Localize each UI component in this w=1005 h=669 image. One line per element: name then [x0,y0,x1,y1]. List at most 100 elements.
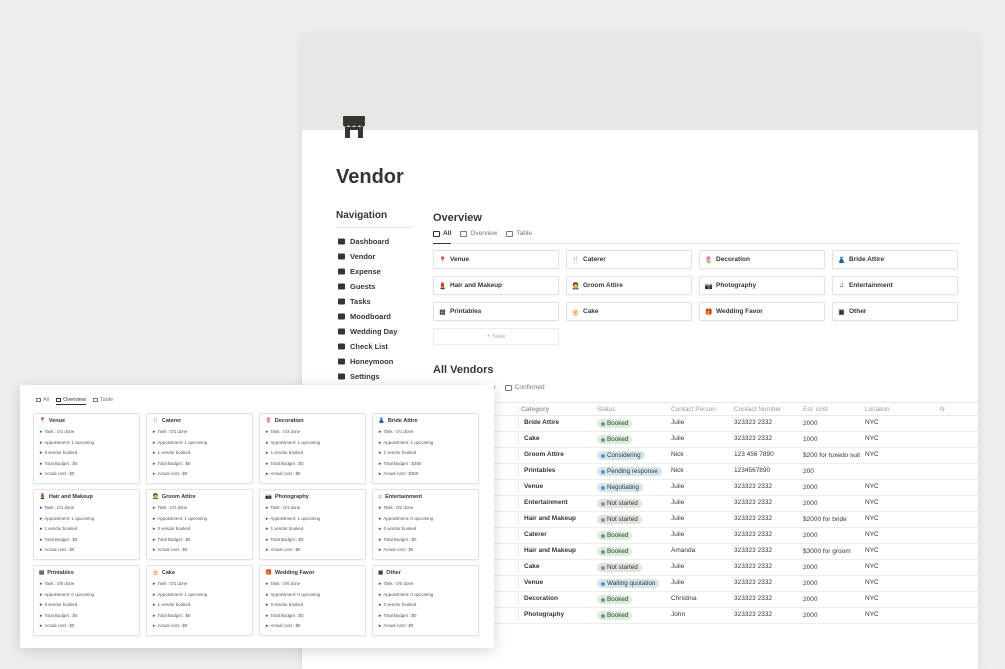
column-header-contact-number[interactable]: Contact Number [734,406,803,413]
category-summary-card[interactable]: 📷 Photography ► Task : 0/1 done ► Appointme… [259,489,366,560]
tab-confirmed[interactable]: Confirmed [504,384,545,398]
est-cost-cell[interactable]: $200 for tuxedo suit [803,448,865,463]
contact-number-cell[interactable]: 323323 2332 [734,512,803,525]
status-cell[interactable]: Booked [597,544,671,559]
column-header-est-cost[interactable]: Est. cost [803,406,865,413]
category-cell[interactable]: Entertainment [518,496,597,509]
location-cell[interactable] [865,464,940,470]
category-cell[interactable]: Venue [518,480,597,493]
contact-number-cell[interactable]: 323323 2332 [734,592,803,605]
tab-table[interactable]: Table [506,230,532,244]
contact-person-cell[interactable]: Amanda [671,544,734,557]
page-title[interactable]: Vendor [336,166,404,189]
contact-number-cell[interactable]: 323323 2332 [734,416,803,429]
contact-number-cell[interactable]: 323323 2332 [734,480,803,493]
location-cell[interactable]: NYC [865,512,940,525]
category-cell[interactable]: Groom Attire [518,448,597,461]
category-summary-card[interactable]: 👗 Bride Attire ► Task : 0/1 done ► Appointm… [372,413,479,484]
table-row[interactable]: Printables Pending response Nick 1234567890… [433,464,978,480]
table-row[interactable]: Decoration Booked Christina 323323 2332 2000… [433,592,978,608]
category-card[interactable]: 🍴 Caterer [566,250,692,269]
storefront-icon[interactable] [340,113,368,141]
status-cell[interactable]: Negotiating [597,480,671,495]
nav-item-tasks[interactable]: Tasks [336,294,412,309]
table-row[interactable]: Hair and Makeup Not started Julie 323323 23… [433,512,978,528]
location-cell[interactable]: NYC [865,528,940,541]
table-row[interactable]: Photography Booked John 323323 2332 2000 NYC [433,608,978,624]
tab-all[interactable]: All [433,230,452,244]
category-card[interactable]: ▤ Printables [433,302,559,321]
est-cost-cell[interactable]: 1000 [803,432,865,447]
status-cell[interactable]: Not started [597,560,671,575]
category-card[interactable]: 📷 Photography [699,276,825,295]
contact-number-cell[interactable]: 323323 2332 [734,560,803,573]
location-cell[interactable]: NYC [865,576,940,589]
category-summary-card[interactable]: 💄 Hair and Makeup ► Task : 0/1 done ► Appoi… [33,489,140,560]
new-category-button[interactable]: + New [433,328,559,345]
contact-person-cell[interactable]: Nick [671,448,734,461]
contact-number-cell[interactable]: 323323 2332 [734,544,803,557]
nav-item-check-list[interactable]: Check List [336,339,412,354]
est-cost-cell[interactable]: 2000 [803,416,865,431]
table-row[interactable]: Venue Negotiating Julie 323323 2332 2000 NYC [433,480,978,496]
category-summary-card[interactable]: 🌷 Decoration ► Task : 0/3 done ► Appointmen… [259,413,366,484]
est-cost-cell[interactable]: 2000 [803,528,865,543]
contact-number-cell[interactable]: 323323 2332 [734,496,803,509]
category-cell[interactable]: Cake [518,560,597,573]
table-row[interactable]: Venue Waiting quotation Julie 323323 2332 20… [433,576,978,592]
category-cell[interactable]: Caterer [518,528,597,541]
contact-number-cell[interactable]: 123 456 7890 [734,448,803,461]
table-row[interactable]: eringCatererBookedJulie323323 23322000NY… [433,528,978,544]
location-cell[interactable]: NYC [865,560,940,573]
status-cell[interactable]: Booked [597,608,671,623]
category-summary-card[interactable]: 📍 Venue ► Task : 0/1 done ► Appointment: 1 … [33,413,140,484]
est-cost-cell[interactable]: $2000 for bride [803,512,865,527]
category-card[interactable]: 🤵 Groom Attire [566,276,692,295]
category-summary-card[interactable]: 🍴 Caterer ► Task : 0/1 done ► Appointment: … [146,413,253,484]
status-cell[interactable]: Pending response [597,464,671,479]
contact-person-cell[interactable]: Julie [671,560,734,573]
location-cell[interactable]: NYC [865,416,940,429]
location-cell[interactable]: NYC [865,480,940,493]
contact-person-cell[interactable]: Christina [671,592,734,605]
contact-person-cell[interactable]: Julie [671,576,734,589]
contact-number-cell[interactable]: 323323 2332 [734,608,803,621]
category-cell[interactable]: Bride Attire [518,416,597,429]
contact-number-cell[interactable]: 323323 2332 [734,432,803,445]
table-row[interactable]: shopBride AttireBookedJulie323323 233220… [433,416,978,432]
column-header-status[interactable]: Status [597,406,671,413]
overlay-tab-overview[interactable]: Overview [56,395,87,405]
category-cell[interactable]: Venue [518,576,597,589]
location-cell[interactable]: NYC [865,544,940,557]
category-summary-card[interactable]: 🤵 Groom Attire ► Task : 0/1 done ► Appointm… [146,489,253,560]
est-cost-cell[interactable]: 2000 [803,480,865,495]
est-cost-cell[interactable]: 2000 [803,576,865,591]
est-cost-cell[interactable]: 2000 [803,496,865,511]
table-row[interactable]: akeupHair and MakeupBookedAmanda323323 2… [433,544,978,560]
category-cell[interactable]: Cake [518,432,597,445]
category-card[interactable]: 👗 Bride Attire [832,250,958,269]
status-cell[interactable]: Booked [597,592,671,607]
category-summary-card[interactable]: ▤ Printables ► Task : 0/0 done ► Appointmen… [33,565,140,636]
category-card[interactable]: 🌷 Decoration [699,250,825,269]
table-row[interactable]: Groom Attire Considering Nick 123 456 7890 $… [433,448,978,464]
category-card[interactable]: ♫ Entertainment [832,276,958,295]
est-cost-cell[interactable]: $3000 for groom [803,544,865,559]
nav-item-settings[interactable]: Settings [336,369,412,384]
category-summary-card[interactable]: 🎁 Wedding Favor ► Task : 0/0 done ► Appoint… [259,565,366,636]
contact-person-cell[interactable]: Julie [671,432,734,445]
contact-number-cell[interactable]: 323323 2332 [734,528,803,541]
location-cell[interactable]: NYC [865,496,940,509]
status-cell[interactable]: Not started [597,496,671,511]
status-cell[interactable]: Booked [597,432,671,447]
category-cell[interactable]: Hair and Makeup [518,512,597,525]
nav-item-dashboard[interactable]: Dashboard [336,234,412,249]
nav-item-guests[interactable]: Guests [336,279,412,294]
contact-person-cell[interactable]: John [671,608,734,621]
category-card[interactable]: ▣ Other [832,302,958,321]
nav-item-moodboard[interactable]: Moodboard [336,309,412,324]
column-header-location[interactable]: Location [865,406,940,413]
column-header-n[interactable]: N [940,406,945,413]
category-card[interactable]: 🎁 Wedding Favor [699,302,825,321]
table-row[interactable]: yCakeNot startedJulie323323 23322000NYC [433,560,978,576]
